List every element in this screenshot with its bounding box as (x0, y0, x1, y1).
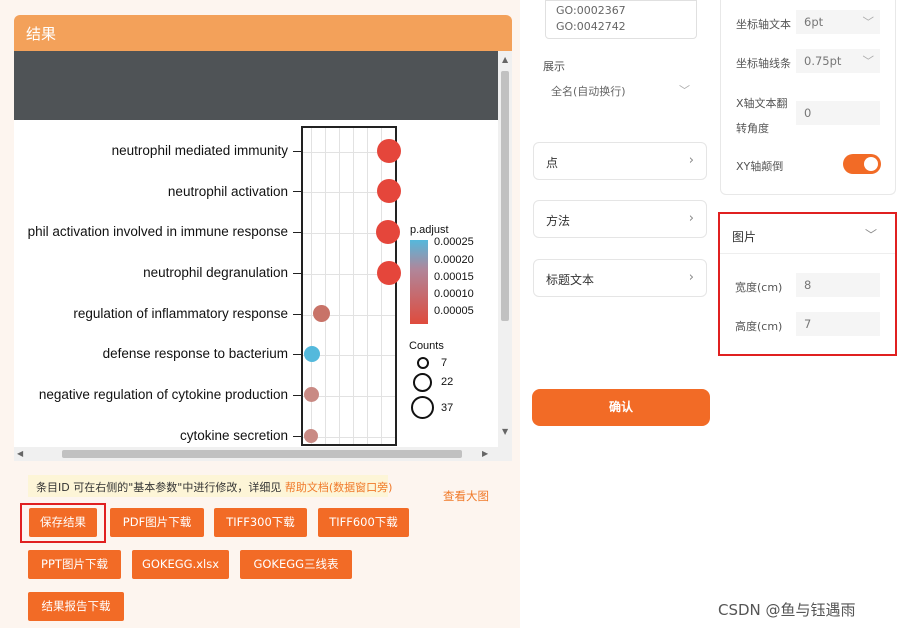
width-input[interactable]: 8 (796, 273, 880, 297)
dot-marker (377, 139, 401, 163)
ppt-download-button[interactable]: PPT图片下载 (28, 550, 121, 579)
size-legend-marker (417, 357, 429, 369)
legend-value: 0.00015 (434, 271, 474, 283)
info-note: 条目ID 可在右侧的"基本参数"中进行修改，详细见 帮助文档(数据窗口旁) (28, 475, 392, 497)
xy-flip-label: XY轴颠倒 (736, 160, 784, 173)
result-plot-panel: neutrophil mediated immunity neutrophil … (14, 51, 512, 461)
accordion-point[interactable]: 点 › (533, 142, 707, 180)
chevron-down-icon: ﹀ (864, 228, 877, 242)
width-label: 宽度(cm) (735, 281, 783, 294)
chevron-right-icon: › (688, 270, 694, 285)
color-gradient-bar (410, 240, 428, 324)
accordion-label: 点 (546, 156, 559, 170)
display-select[interactable]: 全名(自动换行) ﹀ (543, 77, 698, 104)
dot-marker (313, 305, 330, 322)
dot-marker (304, 387, 319, 402)
chevron-down-icon: ﹀ (679, 84, 690, 97)
chevron-right-icon: › (688, 211, 694, 226)
image-section-header[interactable]: 图片 ﹀ (720, 214, 895, 254)
scroll-right-icon[interactable]: ▶ (482, 449, 488, 458)
pdf-download-button[interactable]: PDF图片下载 (110, 508, 204, 537)
scroll-left-icon[interactable]: ◀ (17, 449, 23, 458)
term-label: phil activation involved in immune respo… (27, 224, 288, 239)
help-link[interactable]: 帮助文档(数据窗口旁) (285, 481, 393, 494)
legend-value: 0.00020 (434, 254, 474, 266)
note-text: 条目ID 可在右侧的"基本参数"中进行修改，详细见 (36, 481, 285, 494)
legend-title: p.adjust (410, 224, 449, 236)
counts-value: 37 (441, 402, 454, 414)
term-label: regulation of inflammatory response (73, 306, 288, 321)
accordion-label: 方法 (546, 214, 571, 228)
dot-marker (377, 179, 401, 203)
dot-marker (304, 346, 320, 362)
display-value: 全名(自动换行) (551, 85, 626, 98)
tiff300-download-button[interactable]: TIFF300下载 (214, 508, 307, 537)
dot-marker (377, 261, 401, 285)
counts-value: 7 (441, 357, 448, 369)
x-angle-input[interactable]: 0 (796, 101, 880, 125)
view-large-link[interactable]: 查看大图 (443, 488, 489, 504)
size-legend-marker (411, 396, 434, 419)
tiff600-download-button[interactable]: TIFF600下载 (318, 508, 409, 537)
axis-line-select[interactable]: 0.75pt ﹀ (796, 49, 880, 73)
three-line-table-button[interactable]: GOKEGG三线表 (240, 550, 352, 579)
term-label: negative regulation of cytokine producti… (38, 387, 288, 402)
axis-line-label: 坐标轴线条 (736, 57, 791, 70)
result-header: 结果 (14, 15, 512, 51)
axis-text-label: 坐标轴文本 (736, 18, 791, 31)
height-label: 高度(cm) (735, 320, 783, 333)
report-download-button[interactable]: 结果报告下载 (28, 592, 124, 621)
highlight-box (20, 503, 106, 543)
image-section-title: 图片 (732, 230, 757, 244)
legend-value: 0.00010 (434, 288, 474, 300)
chevron-down-icon: ﹀ (862, 15, 875, 29)
counts-title: Counts (409, 340, 444, 352)
legend-value: 0.00025 (434, 236, 474, 248)
term-label: neutrophil mediated immunity (111, 143, 288, 158)
accordion-label: 标题文本 (546, 273, 595, 287)
accordion-method[interactable]: 方法 › (533, 200, 707, 238)
term-label: neutrophil activation (167, 184, 288, 199)
dot-marker (376, 220, 400, 244)
toggle-knob (864, 157, 878, 171)
height-input[interactable]: 7 (796, 312, 880, 336)
term-label: defense response to bacterium (102, 346, 288, 361)
horizontal-scroll-thumb[interactable] (62, 450, 462, 458)
chevron-down-icon: ﹀ (862, 54, 875, 68)
chevron-right-icon: › (688, 153, 694, 168)
legend-value: 0.00005 (434, 305, 474, 317)
vertical-scroll-thumb[interactable] (501, 71, 509, 321)
x-angle-label: X轴文本翻 (736, 97, 788, 110)
watermark: CSDN @鱼与钰遇雨 (718, 601, 856, 619)
axis-text-select[interactable]: 6pt ﹀ (796, 10, 880, 34)
xy-flip-toggle[interactable] (843, 154, 881, 174)
xlsx-download-button[interactable]: GOKEGG.xlsx (132, 550, 229, 579)
axis-line-value: 0.75pt (804, 54, 842, 68)
term-label: neutrophil degranulation (143, 265, 288, 280)
plot-top-bar (14, 51, 498, 120)
axis-text-value: 6pt (804, 15, 824, 29)
display-label: 展示 (543, 60, 565, 73)
confirm-button[interactable]: 确认 (532, 389, 710, 426)
accordion-title-text[interactable]: 标题文本 › (533, 259, 707, 297)
size-legend-marker (413, 373, 432, 392)
counts-value: 22 (441, 376, 454, 388)
scroll-down-icon[interactable]: ▼ (502, 427, 508, 436)
term-id-textarea[interactable]: GO:0002367 GO:0042742 (545, 0, 697, 39)
term-label: cytokine secretion (179, 428, 288, 443)
x-angle-label-2: 转角度 (736, 122, 769, 135)
dot-marker (304, 429, 318, 443)
scroll-up-icon[interactable]: ▲ (502, 55, 508, 64)
